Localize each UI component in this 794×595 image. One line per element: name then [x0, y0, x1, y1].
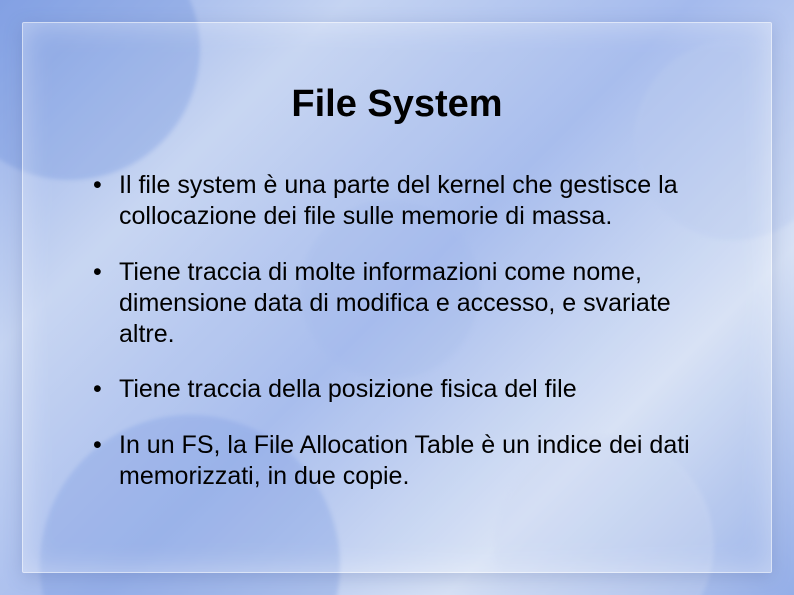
slide-panel: File System Il file system è una parte d… [22, 22, 772, 573]
list-item: In un FS, la File Allocation Table è un … [93, 430, 721, 493]
list-item: Tiene traccia della posizione fisica del… [93, 374, 721, 405]
slide-content: File System Il file system è una parte d… [23, 23, 771, 572]
list-item: Tiene traccia di molte informazioni come… [93, 257, 721, 351]
list-item: Il file system è una parte del kernel ch… [93, 170, 721, 233]
slide-title: File System [73, 83, 721, 126]
bullet-list: Il file system è una parte del kernel ch… [73, 170, 721, 492]
